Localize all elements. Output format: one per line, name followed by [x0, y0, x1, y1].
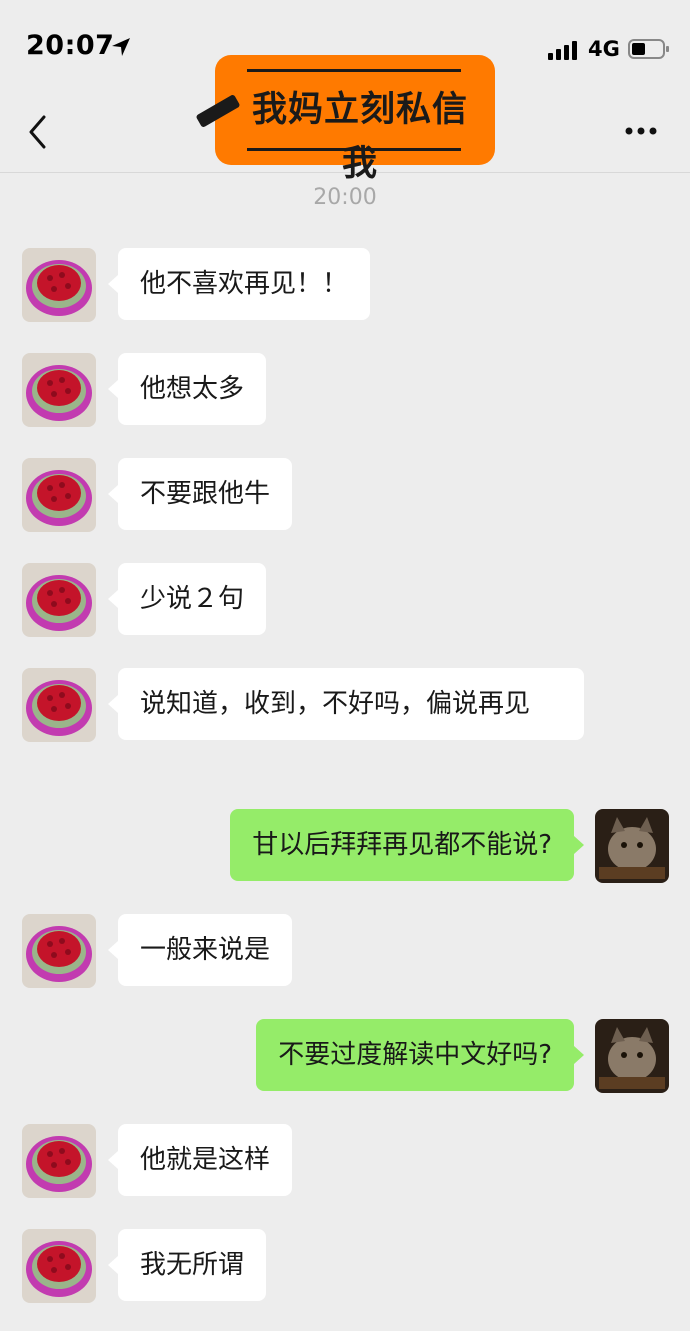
rose-bouquet-avatar-icon: [22, 353, 96, 427]
rose-bouquet-avatar-icon: [22, 1229, 96, 1303]
contact-avatar[interactable]: [22, 914, 96, 988]
message-bubble-incoming[interactable]: 不要跟他牛: [107, 458, 293, 530]
signal-bars-icon: [548, 41, 577, 60]
my-avatar[interactable]: [595, 809, 669, 883]
rose-bouquet-avatar-icon: [22, 1124, 96, 1198]
rose-bouquet-avatar-icon: [22, 458, 96, 532]
contact-avatar[interactable]: [22, 248, 96, 322]
rose-bouquet-avatar-icon: [22, 563, 96, 637]
my-avatar[interactable]: [595, 1019, 669, 1093]
message-bubble-incoming[interactable]: 说知道，收到，不好吗，偏说再见: [108, 668, 584, 740]
message-bubble-outgoing[interactable]: 不要过度解读中文好吗?: [256, 1019, 584, 1091]
back-chevron-icon[interactable]: [26, 113, 52, 151]
contact-avatar[interactable]: [22, 668, 96, 742]
status-time: 20:07: [26, 30, 115, 61]
more-dots-icon[interactable]: [624, 125, 658, 137]
message-bubble-incoming[interactable]: 他不喜欢再见！！: [107, 248, 371, 320]
contact-avatar[interactable]: [22, 1124, 96, 1198]
contact-avatar[interactable]: [22, 563, 96, 637]
location-arrow-icon: [112, 38, 130, 56]
message-bubble-incoming[interactable]: 他想太多: [107, 353, 267, 425]
message-bubble-incoming[interactable]: 他就是这样: [107, 1124, 293, 1196]
caption-banner: 我妈立刻私信我: [215, 55, 495, 184]
banner-top-rule: [247, 69, 461, 72]
message-bubble-outgoing[interactable]: 甘以后拜拜再见都不能说?: [230, 809, 584, 881]
banner-text: 我妈立刻私信我: [251, 90, 468, 184]
cat-avatar-icon: [595, 1019, 669, 1093]
cat-avatar-icon: [595, 809, 669, 883]
message-bubble-incoming[interactable]: 一般来说是: [107, 914, 293, 986]
message-bubble-incoming[interactable]: 我无所谓: [107, 1229, 267, 1301]
contact-avatar[interactable]: [22, 353, 96, 427]
banner-bottom-rule: [247, 148, 461, 151]
network-label: 4G: [588, 37, 620, 61]
message-bubble-incoming[interactable]: 少说２句: [107, 563, 267, 635]
battery-icon: [628, 39, 669, 59]
chat-timestamp: 20:00: [313, 185, 377, 210]
contact-avatar[interactable]: [22, 1229, 96, 1303]
rose-bouquet-avatar-icon: [22, 914, 96, 988]
rose-bouquet-avatar-icon: [22, 248, 96, 322]
contact-avatar[interactable]: [22, 458, 96, 532]
rose-bouquet-avatar-icon: [22, 668, 96, 742]
